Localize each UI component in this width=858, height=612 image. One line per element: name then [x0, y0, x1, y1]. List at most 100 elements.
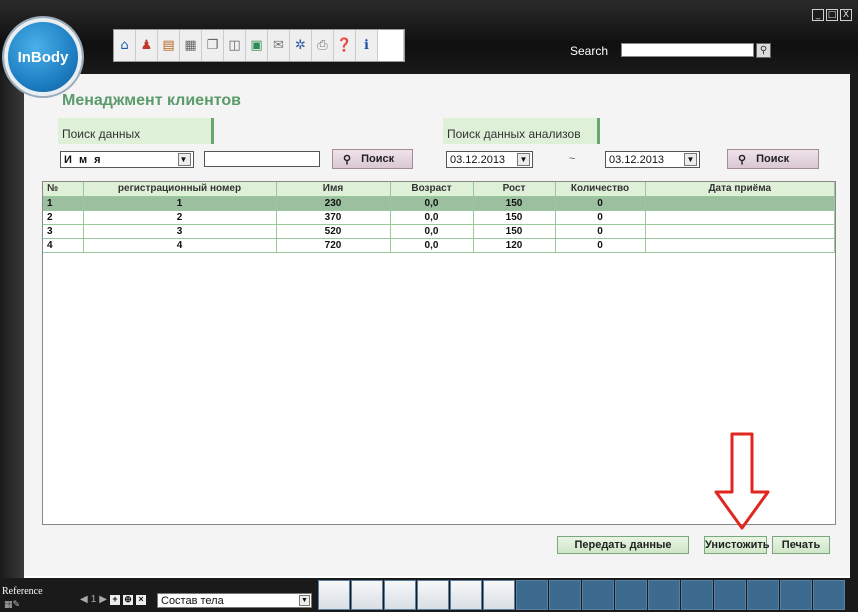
field-select-value: И м я — [64, 154, 103, 166]
col-reg-number[interactable]: регистрационный номер — [83, 182, 277, 197]
red-arrow-annotation — [714, 432, 770, 530]
table-row[interactable]: 1 1 230 0,0 150 0 — [43, 196, 835, 211]
close-button[interactable]: X — [840, 9, 852, 21]
minimize-button[interactable]: _ — [812, 9, 824, 21]
date-to-select[interactable]: 03.12.2013 ▼ — [605, 151, 700, 168]
app-window: _ □ X ⌂ ♟ ▤ ▦ ❐ ◫ ▣ ✉ ✲ ⎙ ❓ ℹ Search ⚲ I… — [0, 0, 858, 612]
chevron-down-icon[interactable]: ▼ — [517, 153, 530, 166]
col-height[interactable]: Рост — [473, 182, 556, 197]
col-date[interactable]: Дата приёма — [645, 182, 835, 197]
search-label: Search — [570, 44, 609, 58]
remove-icon[interactable]: × — [135, 594, 146, 605]
thumbnail-chart[interactable] — [417, 580, 449, 610]
info-icon[interactable]: ℹ — [356, 30, 378, 61]
table-row[interactable]: 3 3 520 0,0 150 0 — [43, 224, 835, 239]
page-number: 1 — [90, 594, 97, 605]
add-icon[interactable]: + — [109, 594, 120, 605]
thumbnail-history[interactable] — [450, 580, 482, 610]
cell-reg-number: 1 — [83, 196, 277, 211]
cell-height: 150 — [473, 224, 556, 239]
cell-number: 2 — [43, 210, 84, 225]
thumbnail-slot[interactable] — [747, 580, 779, 610]
user-icon[interactable]: ♟ — [136, 30, 158, 61]
col-name[interactable]: Имя — [276, 182, 391, 197]
search-data-header: Поиск данных — [58, 118, 214, 144]
book-icon[interactable]: ▤ — [158, 30, 180, 61]
cell-number: 4 — [43, 238, 84, 253]
thumbnail-body-composition[interactable] — [318, 580, 350, 610]
chevron-down-icon[interactable]: ▼ — [299, 595, 310, 606]
cell-date — [645, 210, 835, 225]
thumbnail-slot[interactable] — [516, 580, 548, 610]
col-count[interactable]: Количество — [555, 182, 646, 197]
home-icon[interactable]: ⌂ — [114, 30, 136, 61]
cell-number: 1 — [43, 196, 84, 211]
document-icon[interactable]: ▦ — [180, 30, 202, 61]
cell-reg-number: 3 — [83, 224, 277, 239]
cell-reg-number: 2 — [83, 210, 277, 225]
copy-page-icon[interactable]: ⊕ — [122, 594, 133, 605]
col-age[interactable]: Возраст — [390, 182, 474, 197]
gear-icon[interactable]: ✲ — [290, 30, 312, 61]
thumbnail-slot[interactable] — [714, 580, 746, 610]
search-analyses-button[interactable]: ⚲ Поиск — [727, 149, 819, 169]
col-number[interactable]: № — [43, 182, 84, 197]
cell-age: 0,0 — [390, 196, 474, 211]
cell-date — [645, 196, 835, 211]
table-row[interactable]: 4 4 720 0,0 120 0 — [43, 238, 835, 253]
search-button[interactable]: ⚲ Поиск — [332, 149, 413, 169]
client-management-panel: Менаджмент клиентов Поиск данных Поиск д… — [24, 74, 850, 576]
cell-count: 0 — [555, 196, 646, 211]
search-text-input[interactable] — [204, 151, 320, 167]
field-select[interactable]: И м я ▼ — [60, 151, 194, 168]
image-icon[interactable]: ▣ — [246, 30, 268, 61]
printer-icon[interactable]: ⎙ — [312, 30, 334, 61]
thumbnail-slot[interactable] — [549, 580, 581, 610]
cell-count: 0 — [555, 238, 646, 253]
cell-height: 120 — [473, 238, 556, 253]
chevron-down-icon[interactable]: ▼ — [684, 153, 697, 166]
print-button[interactable]: Печать — [772, 536, 830, 554]
next-page-icon[interactable]: ▶ — [99, 594, 107, 605]
maximize-button[interactable]: □ — [826, 9, 838, 21]
thumbnail-slot[interactable] — [813, 580, 845, 610]
title-bar: _ □ X ⌂ ♟ ▤ ▦ ❐ ◫ ▣ ✉ ✲ ⎙ ❓ ℹ Search ⚲ — [0, 0, 858, 74]
prev-page-icon[interactable]: ◀ — [80, 594, 88, 605]
copy-icon[interactable]: ❐ — [202, 30, 224, 61]
send-data-button[interactable]: Передать данные — [557, 536, 689, 554]
cell-date — [645, 238, 835, 253]
search-input[interactable] — [621, 43, 754, 57]
cell-count: 0 — [555, 210, 646, 225]
thumbnail-slot[interactable] — [648, 580, 680, 610]
page-navigator: ◀ 1 ▶ + ⊕ × — [80, 594, 146, 605]
left-frame — [0, 74, 24, 578]
date-to-value: 03.12.2013 — [609, 154, 665, 166]
delete-button[interactable]: Унистожить — [704, 536, 769, 554]
inbody-logo: InBody — [4, 18, 82, 96]
thumbnail-slot[interactable] — [681, 580, 713, 610]
search-button-label: Поиск — [756, 153, 790, 165]
chevron-down-icon[interactable]: ▼ — [178, 153, 191, 166]
layout-icon[interactable]: ◫ — [224, 30, 246, 61]
cell-name: 520 — [276, 224, 391, 239]
cell-age: 0,0 — [390, 224, 474, 239]
cell-name: 720 — [276, 238, 391, 253]
thumbnail-slot[interactable] — [615, 580, 647, 610]
table-row[interactable]: 2 2 370 0,0 150 0 — [43, 210, 835, 225]
help-icon[interactable]: ❓ — [334, 30, 356, 61]
window-controls: _ □ X — [812, 9, 852, 21]
date-from-select[interactable]: 03.12.2013 ▼ — [446, 151, 533, 168]
thumbnail-slot[interactable] — [582, 580, 614, 610]
search-analyses-header: Поиск данных анализов — [443, 118, 600, 144]
cell-number: 3 — [43, 224, 84, 239]
clients-table: № регистрационный номер Имя Возраст Рост… — [43, 182, 835, 253]
search-icon[interactable]: ⚲ — [756, 43, 771, 58]
mail-icon[interactable]: ✉ — [268, 30, 290, 61]
mode-select[interactable]: Состав тела ▼ — [157, 593, 312, 608]
thumbnail-slot[interactable] — [780, 580, 812, 610]
thumbnail-body-figure[interactable] — [384, 580, 416, 610]
reference-icons: ▦✎ — [4, 600, 21, 610]
thumbnail-graph[interactable] — [483, 580, 515, 610]
thumbnail-segmental[interactable] — [351, 580, 383, 610]
search-button-label: Поиск — [361, 153, 395, 165]
